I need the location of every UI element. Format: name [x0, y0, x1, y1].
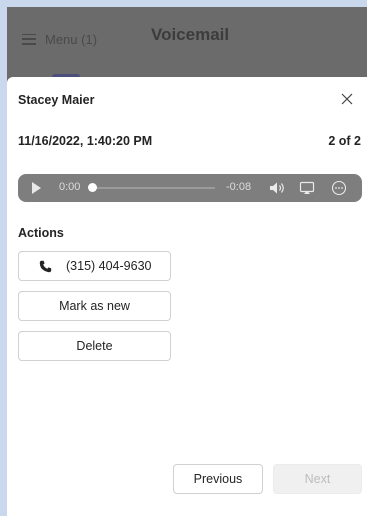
caller-name: Stacey Maier	[18, 93, 95, 107]
background-title: Voicemail	[151, 25, 230, 44]
remaining-time: -0:08	[226, 181, 252, 193]
menu-label: Menu (1)	[45, 31, 98, 47]
next-button[interactable]: Next	[273, 464, 362, 494]
next-label: Next	[304, 472, 331, 486]
voicemail-detail-panel: Stacey Maier 11/16/2022, 1:40:20 PM 2 of…	[7, 77, 367, 516]
current-time: 0:00	[59, 181, 81, 193]
mark-as-new-button[interactable]: Mark as new	[18, 291, 171, 321]
play-icon[interactable]	[32, 182, 41, 194]
voicemail-position: 2 of 2	[328, 134, 361, 148]
voicemail-datetime: 11/16/2022, 1:40:20 PM	[18, 134, 153, 148]
previous-label: Previous	[193, 472, 243, 486]
seek-track[interactable]	[94, 187, 215, 189]
phone-icon	[39, 260, 52, 272]
call-number-label: (315) 404-9630	[66, 259, 152, 273]
cast-icon[interactable]	[299, 181, 315, 195]
close-button[interactable]	[339, 91, 355, 107]
previous-button[interactable]: Previous	[173, 464, 263, 494]
actions-heading: Actions	[18, 226, 64, 240]
more-options-icon[interactable]	[331, 180, 347, 196]
seek-thumb[interactable]	[88, 183, 97, 192]
audio-player: 0:00 -0:08	[18, 174, 362, 202]
background-header: Menu (1) Voicemail	[7, 7, 367, 67]
delete-label: Delete	[76, 339, 113, 353]
volume-icon[interactable]	[269, 181, 287, 195]
menu-button[interactable]: Menu (1)	[22, 27, 97, 51]
delete-button[interactable]: Delete	[18, 331, 171, 361]
call-back-button[interactable]: (315) 404-9630	[18, 251, 171, 281]
mark-as-new-label: Mark as new	[59, 299, 130, 313]
hamburger-icon	[22, 33, 36, 45]
close-icon	[341, 93, 353, 105]
